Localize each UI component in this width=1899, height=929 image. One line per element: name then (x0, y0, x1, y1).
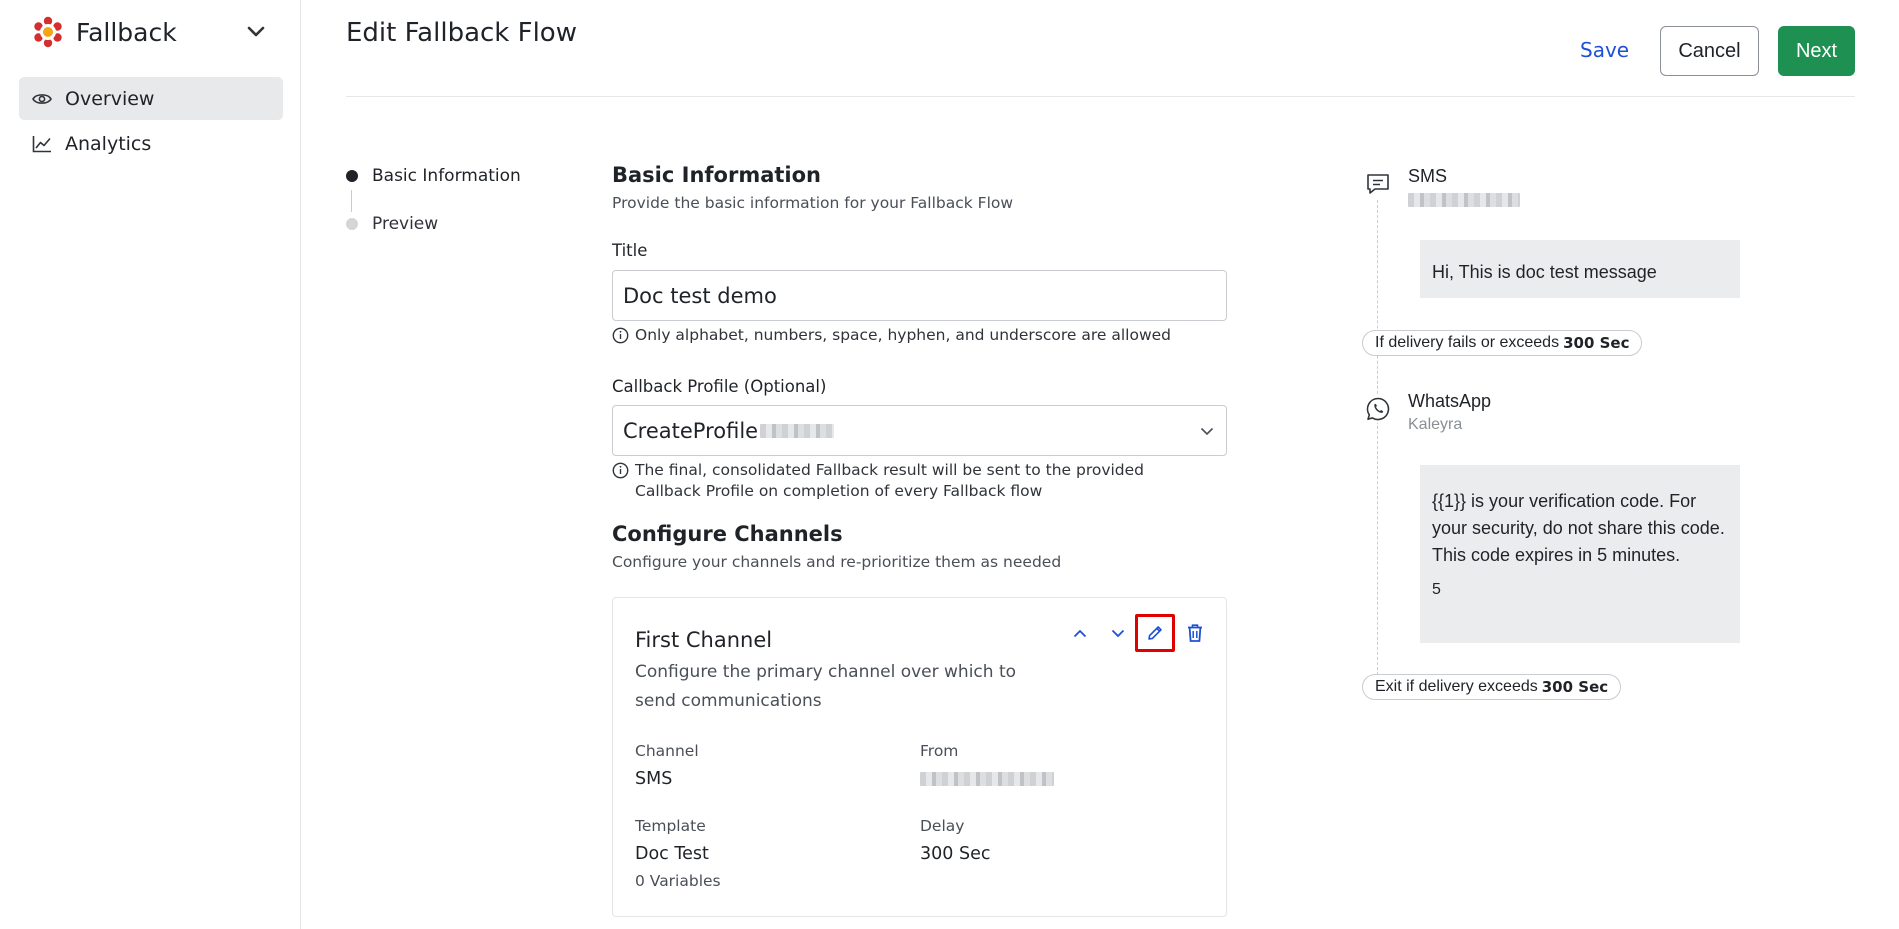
eye-icon (31, 88, 53, 110)
whatsapp-provider: Kaleyra (1408, 416, 1463, 433)
header-divider (346, 96, 1855, 97)
sms-message-bubble: Hi, This is doc test message (1420, 240, 1740, 298)
template-label: Template (635, 817, 706, 835)
sidebar: Fallback Overview Analytics (0, 0, 301, 929)
chevron-down-icon[interactable] (242, 18, 270, 46)
title-field-label: Title (612, 241, 648, 260)
sidebar-item-label: Analytics (65, 132, 152, 155)
callback-field-label: Callback Profile (Optional) (612, 377, 827, 396)
save-button[interactable]: Save (1580, 38, 1629, 62)
chart-line-icon (31, 133, 53, 155)
whatsapp-message-text: {{1}} is your verification code. For you… (1432, 491, 1725, 565)
step-inactive-dot-icon (346, 218, 358, 230)
info-icon (612, 462, 629, 479)
channel-card-title: First Channel (635, 628, 773, 652)
sidebar-item-label: Overview (65, 87, 155, 110)
condition-value: 300 Sec (1563, 334, 1630, 352)
whatsapp-icon (1364, 395, 1392, 423)
sidebar-item-overview[interactable]: Overview (19, 77, 283, 120)
title-input[interactable]: Doc test demo (612, 270, 1227, 321)
delay-label: Delay (920, 817, 965, 835)
stepper-connector (351, 190, 352, 212)
delay-value: 300 Sec (920, 844, 991, 864)
callback-profile-value: CreateProfile (623, 418, 759, 443)
configure-channels-description: Configure your channels and re-prioritiz… (612, 553, 1062, 571)
whatsapp-message-footer: 5 (1432, 581, 1441, 598)
title-hint-text: Only alphabet, numbers, space, hyphen, a… (635, 326, 1172, 344)
sms-sender-redacted (1408, 193, 1520, 207)
page-title: Edit Fallback Flow (346, 18, 577, 48)
basic-info-title: Basic Information (612, 163, 821, 187)
pencil-icon (1148, 626, 1162, 640)
from-value-redacted (920, 772, 1054, 786)
callback-hint-line2: Callback Profile on completion of every … (635, 482, 1043, 500)
move-down-button[interactable] (1101, 616, 1135, 650)
fallback-condition-pill: If delivery fails or exceeds 300 Sec (1362, 330, 1643, 356)
exit-value: 300 Sec (1541, 678, 1609, 696)
configure-channels-title: Configure Channels (612, 522, 843, 546)
delete-channel-button[interactable] (1178, 616, 1212, 650)
callback-profile-select[interactable]: CreateProfile (612, 405, 1227, 456)
step-label: Basic Information (372, 166, 521, 186)
condition-text: If delivery fails or exceeds (1375, 334, 1560, 351)
step-active-dot-icon (346, 170, 358, 182)
fallback-logo-icon (30, 14, 66, 50)
timeline-connector (1377, 195, 1378, 675)
channel-value: SMS (635, 769, 673, 789)
step-basic-information[interactable]: Basic Information (346, 166, 521, 186)
info-icon (612, 327, 629, 344)
channel-card-description: Configure the primary channel over which… (635, 662, 1017, 711)
app-brand: Fallback (30, 14, 270, 50)
exit-condition-pill: Exit if delivery exceeds 300 Sec (1362, 674, 1622, 700)
callback-hint: The final, consolidated Fallback result … (612, 460, 1144, 502)
step-preview[interactable]: Preview (346, 214, 438, 234)
redacted-text (760, 423, 835, 438)
message-icon (1364, 170, 1392, 198)
title-hint: Only alphabet, numbers, space, hyphen, a… (612, 325, 1171, 346)
next-button[interactable]: Next (1778, 26, 1855, 76)
title-input-value: Doc test demo (623, 283, 777, 308)
channel-label: Channel (635, 742, 699, 760)
edit-channel-button[interactable] (1135, 614, 1175, 652)
sidebar-item-analytics[interactable]: Analytics (19, 122, 283, 165)
chevron-down-icon (1198, 422, 1216, 440)
first-channel-card: First Channel Configure the primary chan… (612, 597, 1227, 917)
template-value: Doc Test (635, 844, 709, 864)
sms-channel-name: SMS (1408, 166, 1448, 186)
cancel-button[interactable]: Cancel (1660, 26, 1759, 76)
exit-text: Exit if delivery exceeds (1375, 678, 1538, 695)
app-name: Fallback (76, 17, 177, 47)
whatsapp-channel-name: WhatsApp (1408, 391, 1492, 411)
whatsapp-message-bubble: {{1}} is your verification code. For you… (1420, 465, 1740, 643)
trash-icon (1188, 624, 1202, 642)
step-label: Preview (372, 214, 439, 234)
callback-hint-line1: The final, consolidated Fallback result … (635, 461, 1145, 479)
basic-info-description: Provide the basic information for your F… (612, 194, 1014, 212)
from-label: From (920, 742, 959, 760)
template-variables: 0 Variables (635, 872, 721, 890)
move-up-button[interactable] (1063, 616, 1097, 650)
